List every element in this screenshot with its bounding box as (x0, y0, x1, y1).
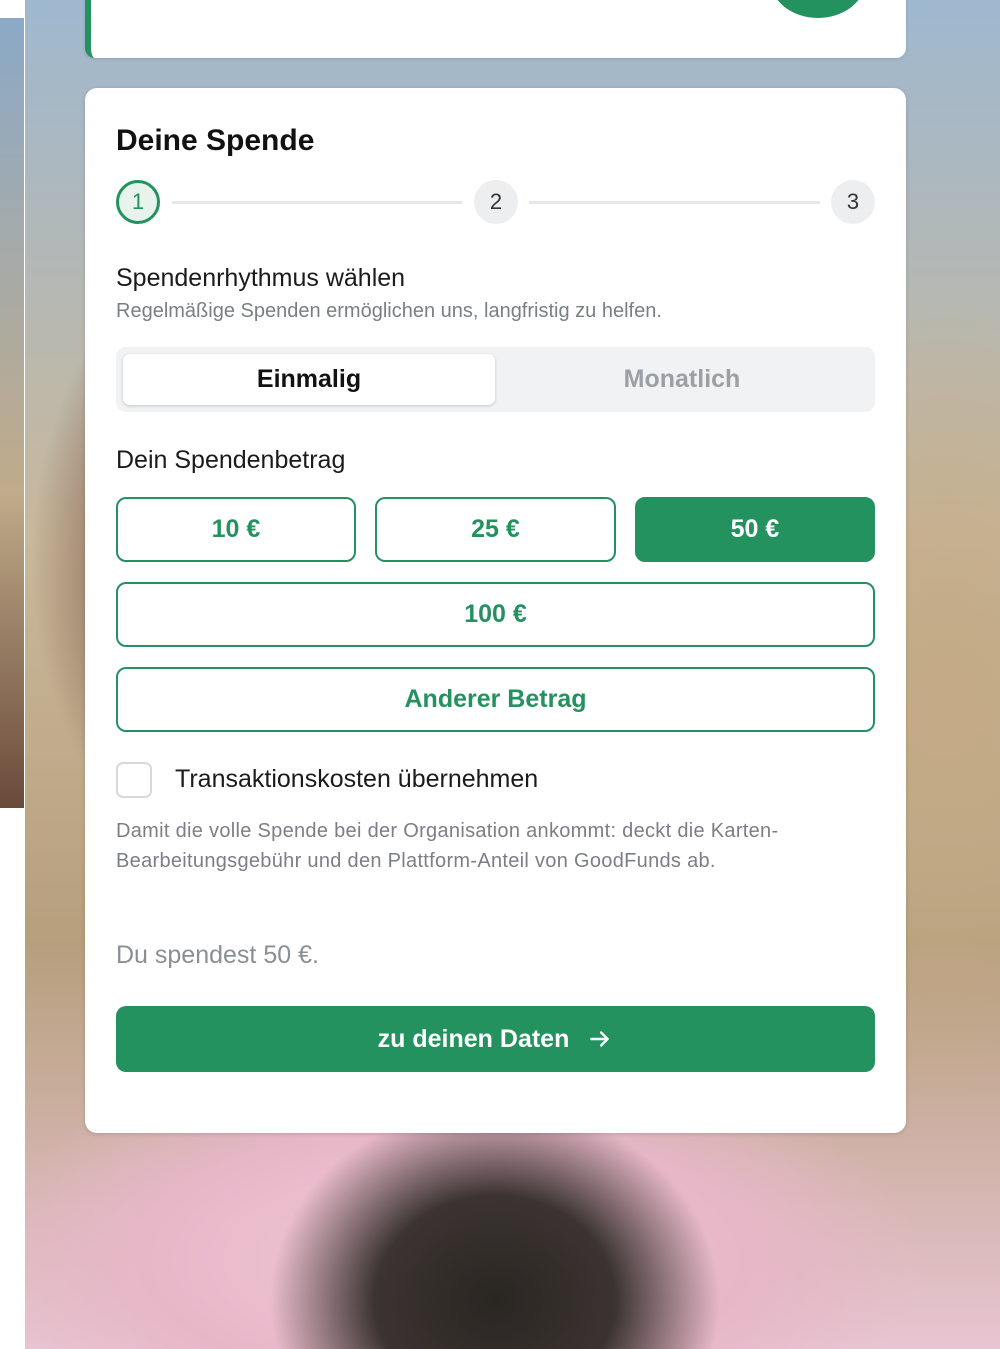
donation-summary: Du spendest 50 €. (116, 941, 319, 969)
arrow-right-icon (590, 1031, 610, 1047)
step-2: 2 (474, 180, 518, 224)
donation-card: Deine Spende 1 2 3 Spendenrhythmus wähle… (85, 88, 906, 1133)
previous-card (85, 0, 906, 58)
amount-50-button[interactable]: 50 € (635, 497, 875, 562)
amount-heading: Dein Spendenbetrag (116, 446, 346, 474)
rhythm-toggle: Einmalig Monatlich (116, 347, 875, 412)
transaction-costs-info: Damit die volle Spende bei der Organisat… (116, 820, 779, 872)
amount-100-button[interactable]: 100 € (116, 582, 875, 647)
step-connector-2 (529, 201, 820, 204)
other-amount-button[interactable]: Anderer Betrag (116, 667, 875, 732)
left-background-strip (0, 18, 24, 808)
transaction-costs-checkbox[interactable] (116, 762, 152, 798)
step-indicator: 1 2 3 (116, 180, 875, 224)
left-white-area (0, 808, 24, 1349)
green-circle-decoration (770, 0, 866, 18)
rhythm-subtitle: Regelmäßige Spenden ermöglichen uns, lan… (116, 300, 662, 322)
option-monatlich[interactable]: Monatlich (496, 354, 868, 405)
option-einmalig[interactable]: Einmalig (123, 354, 495, 405)
card-title: Deine Spende (116, 124, 315, 157)
transaction-costs-label[interactable]: Transaktionskosten übernehmen (175, 765, 538, 794)
amount-10-button[interactable]: 10 € (116, 497, 356, 562)
amount-25-button[interactable]: 25 € (375, 497, 616, 562)
rhythm-heading: Spendenrhythmus wählen (116, 264, 406, 292)
continue-button-label: zu deinen Daten (377, 1024, 570, 1053)
step-1: 1 (116, 180, 160, 224)
step-3: 3 (831, 180, 875, 224)
step-connector-1 (172, 201, 462, 204)
continue-button[interactable]: zu deinen Daten (116, 1006, 875, 1072)
